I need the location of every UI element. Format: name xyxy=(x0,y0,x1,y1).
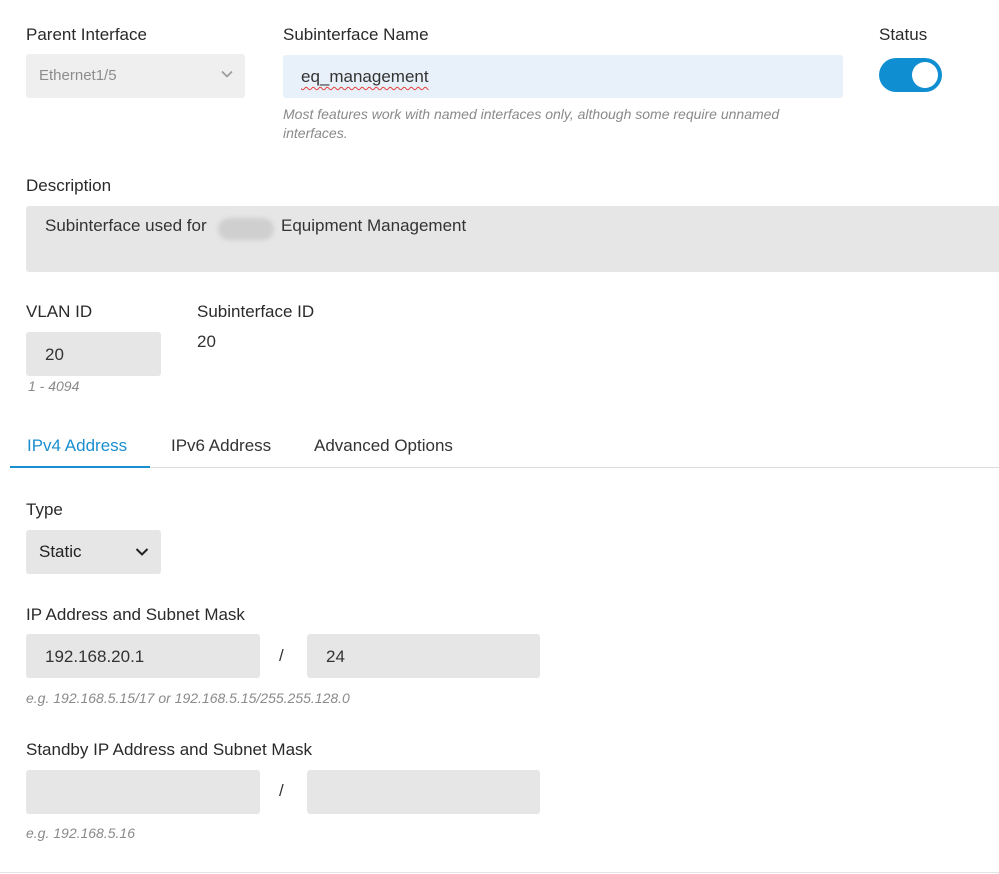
subinterface-name-value: eq_management xyxy=(301,67,429,86)
active-tab-indicator xyxy=(10,466,150,468)
subinterface-name-label: Subinterface Name xyxy=(283,25,429,44)
tab-ipv6-address[interactable]: IPv6 Address xyxy=(171,436,271,456)
type-value: Static xyxy=(39,542,82,561)
tabs-divider xyxy=(10,467,999,468)
type-select[interactable]: Static xyxy=(26,530,161,574)
ip-address-label: IP Address and Subnet Mask xyxy=(26,605,245,624)
status-label: Status xyxy=(879,25,928,44)
redacted-text xyxy=(218,218,274,240)
standby-subnet-mask-input[interactable] xyxy=(307,770,540,814)
subnet-mask-input[interactable]: 24 xyxy=(307,634,540,678)
chevron-down-icon xyxy=(221,70,233,78)
chevron-down-icon xyxy=(135,548,149,556)
description-text-start: Subinterface used for xyxy=(45,216,207,235)
standby-ip-label: Standby IP Address and Subnet Mask xyxy=(26,740,313,759)
subinterface-id-value: 20 xyxy=(197,332,216,351)
bottom-divider xyxy=(0,872,999,873)
ip-address-hint: e.g. 192.168.5.15/17 or 192.168.5.15/255… xyxy=(26,690,350,706)
vlan-id-hint: 1 - 4094 xyxy=(28,378,80,394)
ip-separator: / xyxy=(279,646,284,665)
description-label: Description xyxy=(26,176,112,195)
ip-address-value: 192.168.20.1 xyxy=(45,647,145,666)
standby-ip-separator: / xyxy=(279,781,284,800)
type-label: Type xyxy=(26,500,63,519)
tab-advanced-options[interactable]: Advanced Options xyxy=(314,436,453,456)
description-text-end: Equipment Management xyxy=(281,216,467,235)
parent-interface-label: Parent Interface xyxy=(26,25,147,44)
subnet-mask-value: 24 xyxy=(326,647,345,666)
vlan-id-label: VLAN ID xyxy=(26,302,93,321)
parent-interface-select[interactable]: Ethernet1/5 xyxy=(26,54,245,98)
vlan-id-value: 20 xyxy=(45,345,64,364)
subinterface-name-hint: Most features work with named interfaces… xyxy=(283,106,780,141)
vlan-id-input[interactable]: 20 xyxy=(26,332,161,376)
ip-address-input[interactable]: 192.168.20.1 xyxy=(26,634,260,678)
toggle-knob xyxy=(912,62,938,88)
parent-interface-value: Ethernet1/5 xyxy=(39,67,117,84)
tab-ipv4-address[interactable]: IPv4 Address xyxy=(27,436,127,456)
subinterface-name-input[interactable]: eq_management xyxy=(283,55,843,98)
description-textarea[interactable]: Subinterface used for Equipment Manageme… xyxy=(26,206,999,272)
subinterface-id-label: Subinterface ID xyxy=(197,302,315,321)
standby-ip-hint: e.g. 192.168.5.16 xyxy=(26,825,135,841)
status-toggle[interactable] xyxy=(879,58,942,92)
standby-ip-address-input[interactable] xyxy=(26,770,260,814)
